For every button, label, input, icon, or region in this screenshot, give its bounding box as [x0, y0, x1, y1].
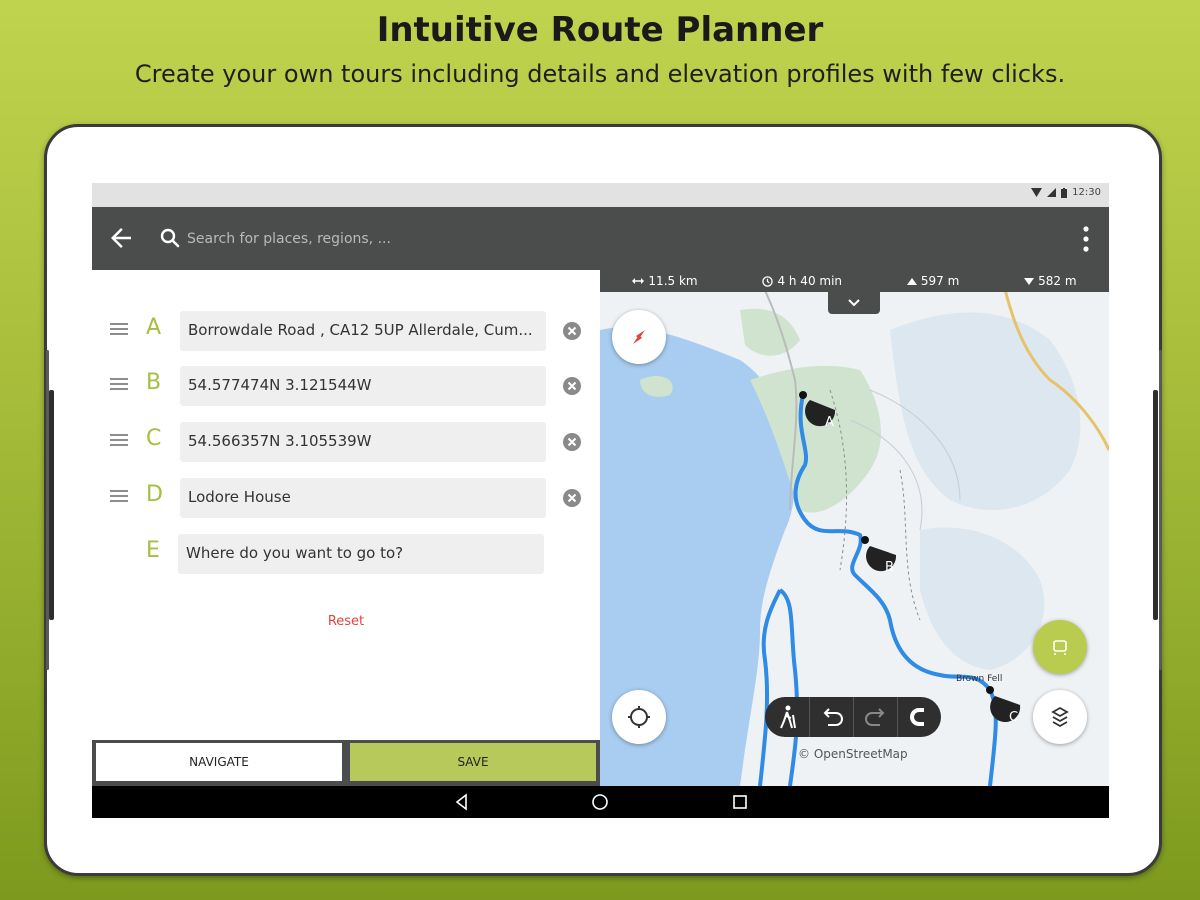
- hiker-icon: [780, 705, 796, 729]
- clear-icon[interactable]: [562, 321, 582, 341]
- waypoint-row-c: C 54.566357N 3.105539W: [92, 422, 600, 462]
- marker-b-label: B: [885, 560, 894, 575]
- redo-icon: [865, 708, 885, 726]
- ascent-icon: [906, 277, 917, 285]
- layers-icon: [1051, 706, 1069, 728]
- descent-value: 582 m: [1038, 274, 1077, 288]
- tablet-edge-left: [46, 350, 49, 670]
- more-vert-icon[interactable]: [1081, 225, 1091, 253]
- waypoint-letter: E: [146, 538, 160, 563]
- search-input[interactable]: [187, 227, 787, 251]
- layers-button[interactable]: [1033, 690, 1087, 744]
- route-stats-bar: 11.5 km 4 h 40 min 597 m 582 m: [600, 270, 1109, 292]
- nav-recents-icon[interactable]: [730, 792, 750, 812]
- waypoint-row-e: E Where do you want to go to?: [92, 534, 600, 574]
- back-arrow-icon[interactable]: [106, 223, 136, 253]
- waypoint-panel: A Borrowdale Road , CA12 5UP Allerdale, …: [92, 270, 600, 740]
- ascent-stat: 597 m: [906, 274, 960, 288]
- drag-handle-icon[interactable]: [110, 434, 128, 448]
- promo-subtitle: Create your own tours including details …: [134, 60, 1066, 88]
- marker-c-label: C: [1009, 710, 1018, 725]
- waypoint-row-d: D Lodore House: [92, 478, 600, 518]
- drag-handle-icon[interactable]: [110, 323, 128, 337]
- promo-title: Intuitive Route Planner: [376, 10, 824, 50]
- chevron-down-icon: [848, 299, 860, 307]
- app-bar: [92, 207, 1109, 270]
- tablet-side-button-left: [49, 390, 54, 620]
- locate-button[interactable]: [612, 690, 666, 744]
- crosshair-icon: [628, 706, 650, 728]
- waypoint-letter: C: [146, 426, 162, 451]
- nav-back-icon[interactable]: [452, 792, 472, 812]
- waypoint-letter: A: [146, 315, 162, 340]
- save-button[interactable]: SAVE: [350, 743, 596, 781]
- distance-stat: 11.5 km: [632, 274, 698, 288]
- drag-handle-icon[interactable]: [110, 490, 128, 504]
- hiking-mode-button[interactable]: [765, 697, 809, 737]
- map-view[interactable]: A B C Brown Fell 11.5 km 4 h 40 min 597 …: [600, 270, 1109, 786]
- navigate-button[interactable]: NAVIGATE: [96, 743, 342, 781]
- waypoint-dot-a: [799, 391, 807, 399]
- waypoint-dot-b: [861, 536, 869, 544]
- route-tools-group: [765, 697, 941, 737]
- duration-stat: 4 h 40 min: [762, 274, 842, 288]
- waypoint-field-d[interactable]: Lodore House: [180, 478, 546, 518]
- status-bar: 12:30: [92, 183, 1109, 207]
- reset-link[interactable]: Reset: [92, 614, 600, 629]
- search-icon: [160, 228, 180, 248]
- route-mode-fab[interactable]: [1033, 620, 1087, 674]
- clear-icon[interactable]: [562, 488, 582, 508]
- tablet-side-button-right: [1153, 390, 1158, 620]
- snap-magnet-button[interactable]: [897, 697, 941, 737]
- waypoint-row-a: A Borrowdale Road , CA12 5UP Allerdale, …: [92, 311, 600, 351]
- clear-icon[interactable]: [562, 432, 582, 452]
- compass-icon: [633, 330, 645, 344]
- waypoint-letter: B: [146, 370, 162, 395]
- ascent-value: 597 m: [920, 274, 960, 288]
- drag-handle-icon[interactable]: [110, 378, 128, 392]
- waypoint-row-b: B 54.577474N 3.121544W: [92, 366, 600, 406]
- map-credit: © OpenStreetMap: [798, 747, 908, 761]
- map-place-label: Brown Fell: [956, 674, 1002, 684]
- wifi-icon: [1031, 188, 1043, 197]
- marker-a-label: A: [825, 415, 834, 430]
- waypoint-dot-c: [986, 686, 994, 694]
- clear-icon[interactable]: [562, 376, 582, 396]
- battery-icon: [1061, 187, 1068, 198]
- waypoint-field-b[interactable]: 54.577474N 3.121544W: [180, 366, 546, 406]
- undo-button[interactable]: [809, 697, 853, 737]
- android-nav-bar: [92, 786, 1109, 818]
- distance-icon: [632, 278, 645, 284]
- car-icon: [1053, 640, 1067, 655]
- duration-value: 4 h 40 min: [777, 274, 843, 288]
- waypoint-letter: D: [146, 482, 163, 507]
- descent-icon: [1024, 277, 1035, 285]
- descent-stat: 582 m: [1024, 274, 1077, 288]
- clock-icon: [762, 275, 774, 287]
- undo-icon: [823, 708, 843, 726]
- device-screen: 12:30 A Borrowdale Road , CA12 5UP Aller…: [92, 183, 1109, 818]
- magnet-icon: [910, 708, 924, 726]
- waypoint-field-e[interactable]: Where do you want to go to?: [178, 534, 544, 574]
- signal-icon: [1047, 188, 1057, 197]
- tablet-edge-right: [1159, 350, 1162, 670]
- redo-button[interactable]: [853, 697, 897, 737]
- collapse-stats-button[interactable]: [828, 292, 880, 314]
- waypoint-field-a[interactable]: Borrowdale Road , CA12 5UP Allerdale, Cu…: [180, 311, 546, 351]
- nav-home-icon[interactable]: [590, 792, 610, 812]
- action-bar: NAVIGATE SAVE: [92, 740, 600, 786]
- compass-button[interactable]: [612, 310, 666, 364]
- waypoint-field-c[interactable]: 54.566357N 3.105539W: [180, 422, 546, 462]
- distance-value: 11.5 km: [648, 274, 698, 288]
- status-time: 12:30: [1072, 187, 1101, 198]
